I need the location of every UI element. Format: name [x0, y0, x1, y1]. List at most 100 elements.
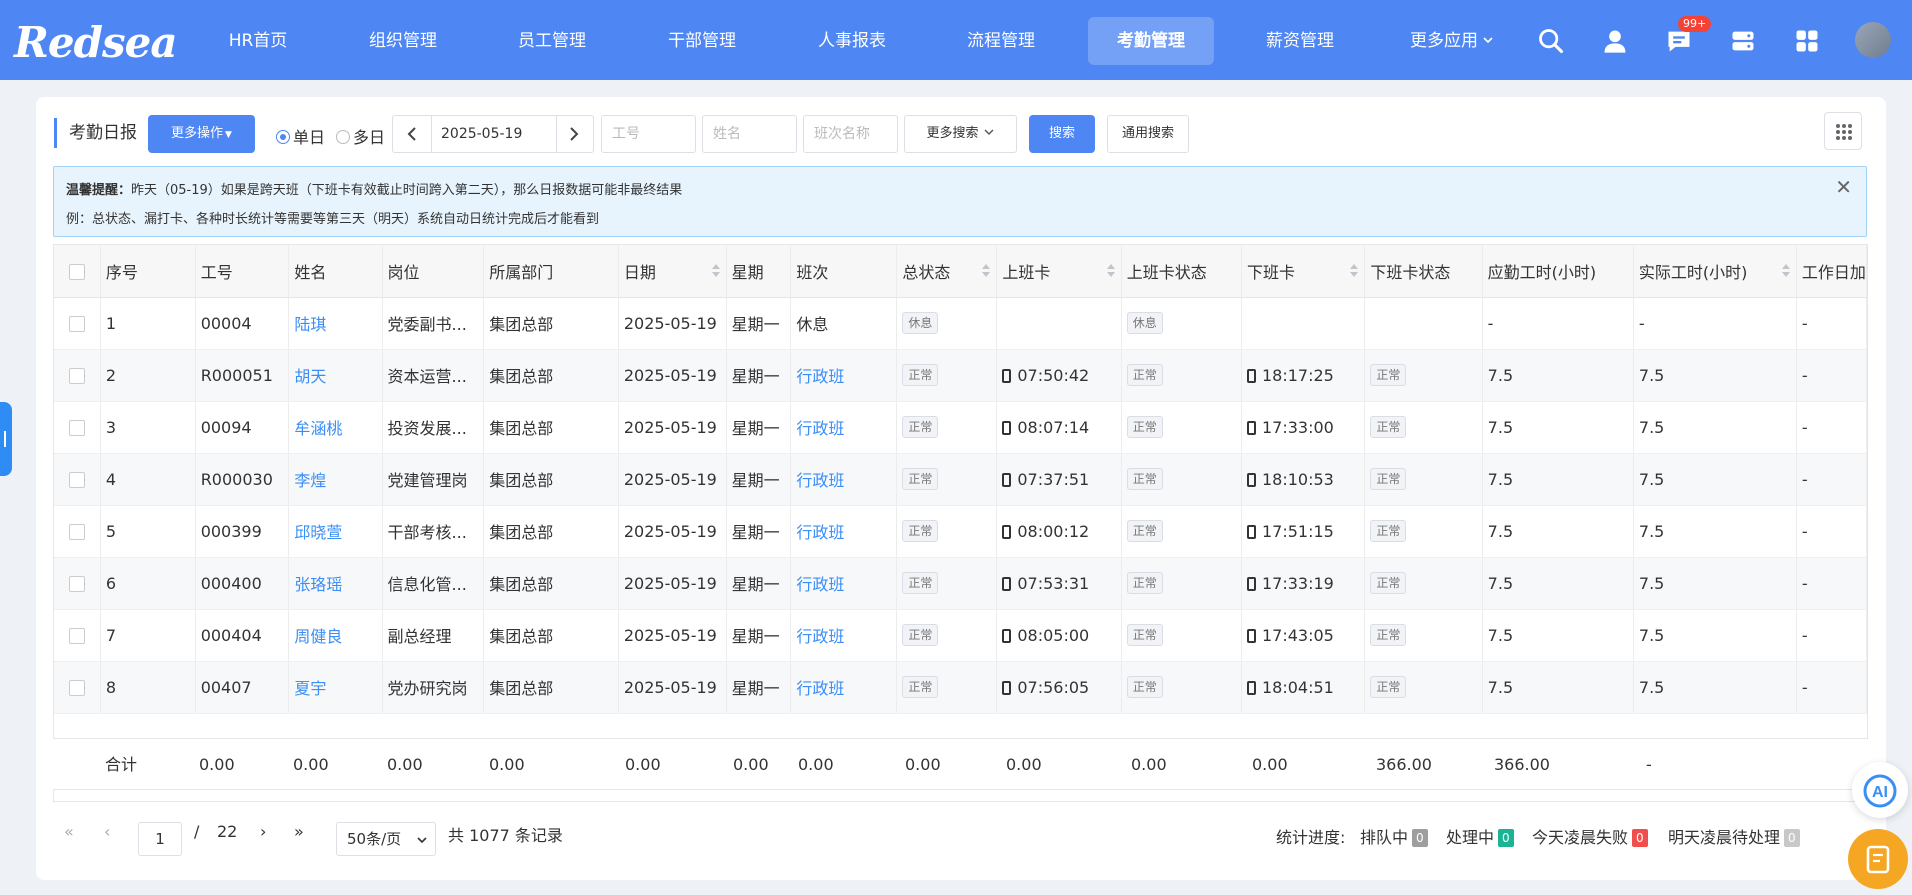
total-pages: 22 — [217, 822, 238, 841]
table-row[interactable]: 8 00407 夏宇 党办研究岗 集团总部 2025-05-19 星期一 行政班 正常 07:56… — [54, 661, 1867, 714]
checkbox-icon — [68, 524, 85, 540]
page-input[interactable]: 1 — [138, 822, 182, 856]
first-page-button[interactable]: « — [64, 822, 74, 841]
sort-icon[interactable] — [982, 264, 991, 278]
cell-name-link[interactable]: 李煌 — [288, 453, 383, 506]
page-size-select[interactable]: 50条/页 — [336, 822, 436, 856]
prev-date-button[interactable] — [393, 116, 431, 152]
nav-employee-mgmt[interactable]: 员工管理 — [507, 17, 597, 65]
row-checkbox[interactable] — [54, 401, 101, 454]
date-input[interactable]: 2025-05-19 — [431, 116, 557, 152]
cell-shift[interactable]: 行政班 — [790, 453, 898, 506]
more-ops-button[interactable]: 更多操作 ▼ — [148, 115, 255, 153]
more-search-button[interactable]: 更多搜索 — [904, 115, 1017, 153]
sidebar-toggle-handle[interactable] — [0, 402, 12, 476]
cell-weekday: 星期一 — [726, 609, 792, 662]
cell-shift[interactable]: 行政班 — [790, 661, 898, 714]
row-checkbox[interactable] — [54, 297, 101, 350]
user-icon[interactable] — [1601, 27, 1629, 55]
feedback-button[interactable] — [1848, 829, 1908, 889]
avatar[interactable] — [1855, 22, 1891, 58]
nav-cadre-mgmt[interactable]: 干部管理 — [657, 17, 747, 65]
sort-icon[interactable] — [1781, 264, 1790, 278]
row-checkbox[interactable] — [54, 609, 101, 662]
close-icon[interactable]: ✕ — [1835, 175, 1852, 199]
next-date-button[interactable] — [555, 116, 593, 152]
cell-actual-hours: - — [1633, 297, 1797, 350]
table-row[interactable]: 7 000404 周健良 副总经理 集团总部 2025-05-19 星期一 行政班 正常 08:0… — [54, 609, 1867, 662]
table-row[interactable]: 2 R000051 胡天 资本运营... 集团总部 2025-05-19 星期一 行政班 正常 0… — [54, 349, 1867, 402]
next-page-button[interactable]: › — [260, 822, 266, 841]
nav-attendance-mgmt[interactable]: 考勤管理 — [1088, 17, 1214, 65]
cell-actual-hours: 7.5 — [1633, 609, 1797, 662]
row-checkbox[interactable] — [54, 661, 101, 714]
search-icon[interactable] — [1537, 27, 1565, 55]
nav-hr-reports[interactable]: 人事报表 — [807, 17, 897, 65]
cell-planned-hours: 7.5 — [1482, 505, 1634, 558]
sort-icon[interactable] — [711, 264, 720, 278]
apps-grid-icon[interactable] — [1793, 27, 1821, 55]
table-row[interactable]: 4 R000030 李煌 党建管理岗 集团总部 2025-05-19 星期一 行政班 正常 07:… — [54, 453, 1867, 506]
row-checkbox[interactable] — [54, 505, 101, 558]
cell-name-link[interactable]: 周健良 — [288, 609, 383, 662]
cell-shift[interactable]: 行政班 — [790, 505, 898, 558]
nav-hr-home[interactable]: HR首页 — [215, 17, 301, 65]
column-settings-button[interactable] — [1824, 112, 1862, 150]
cell-emp-id: 00407 — [195, 661, 290, 714]
cell-name-link[interactable]: 牟涵桃 — [288, 401, 383, 454]
cell-clock-out-status: 正常 — [1364, 349, 1483, 402]
nav-process-mgmt[interactable]: 流程管理 — [956, 17, 1046, 65]
cell-name-link[interactable]: 夏宇 — [288, 661, 383, 714]
shift-name-input[interactable]: 班次名称 — [803, 115, 898, 153]
redsea-logo[interactable]: Redsea — [14, 18, 178, 67]
status-tag: 正常 — [902, 468, 939, 490]
row-checkbox[interactable] — [54, 453, 101, 506]
col-header-status[interactable]: 总状态 — [896, 245, 998, 298]
col-header-clock-in[interactable]: 上班卡 — [996, 245, 1122, 298]
row-checkbox[interactable] — [54, 349, 101, 402]
radio-single-day[interactable]: 单日 — [276, 124, 325, 148]
prev-page-button[interactable]: ‹ — [104, 822, 110, 841]
col-header-date[interactable]: 日期 — [618, 245, 727, 298]
ai-label: AI — [1872, 784, 1888, 801]
radio-multi-day[interactable]: 多日 — [336, 124, 385, 148]
cell-name-link[interactable]: 胡天 — [288, 349, 383, 402]
last-page-button[interactable]: » — [294, 822, 304, 841]
clock-out-time: 18:17:25 — [1261, 365, 1334, 385]
cell-status: 正常 — [896, 349, 998, 402]
col-header-status-label: 总状态 — [902, 262, 951, 282]
sort-icon[interactable] — [1350, 264, 1359, 278]
cell-no: 3 — [100, 401, 196, 454]
table-row[interactable]: 3 00094 牟涵桃 投资发展... 集团总部 2025-05-19 星期一 行政班 正常 08… — [54, 401, 1867, 454]
radio-multi-label: 多日 — [353, 128, 386, 147]
cell-name-link[interactable]: 陆琪 — [288, 297, 383, 350]
cell-clock-out: 17:51:15 — [1241, 505, 1366, 558]
nav-more-apps[interactable]: 更多应用 — [1410, 17, 1500, 65]
cell-name-link[interactable]: 张珞瑶 — [288, 557, 383, 610]
general-search-button[interactable]: 通用搜索 — [1107, 115, 1189, 153]
cell-shift[interactable]: 行政班 — [790, 401, 898, 454]
col-header-clock-out[interactable]: 下班卡 — [1241, 245, 1366, 298]
cell-shift[interactable]: 行政班 — [790, 349, 898, 402]
nav-org-mgmt[interactable]: 组织管理 — [358, 17, 448, 65]
search-button[interactable]: 搜索 — [1029, 115, 1095, 153]
cell-shift[interactable]: 行政班 — [790, 609, 898, 662]
col-header-actual-hours[interactable]: 实际工时(小时) — [1633, 245, 1797, 298]
total-cell: 366.00 — [1494, 755, 1550, 774]
row-checkbox[interactable] — [54, 557, 101, 610]
table-row[interactable]: 1 00004 陆琪 党委副书... 集团总部 2025-05-19 星期一 休息 休息 休息 - -… — [54, 297, 1867, 350]
cell-name-link[interactable]: 邱晓萱 — [288, 505, 383, 558]
sort-icon[interactable] — [1106, 264, 1115, 278]
table-row[interactable]: 6 000400 张珞瑶 信息化管... 集团总部 2025-05-19 星期一 行政班 正常 0… — [54, 557, 1867, 610]
table-row[interactable]: 5 000399 邱晓萱 干部考核... 集团总部 2025-05-19 星期一 行政班 正常 0… — [54, 505, 1867, 558]
total-count: 1077 — [469, 826, 510, 845]
server-icon[interactable] — [1729, 27, 1757, 55]
total-cell: 0.00 — [798, 755, 834, 774]
nav-salary-mgmt[interactable]: 薪资管理 — [1255, 17, 1345, 65]
emp-id-input[interactable]: 工号 — [601, 115, 696, 153]
cell-clock-in: 08:07:14 — [996, 401, 1122, 454]
select-all-checkbox[interactable] — [54, 245, 101, 298]
ai-assistant-button[interactable]: AI — [1852, 762, 1908, 818]
cell-shift[interactable]: 行政班 — [790, 557, 898, 610]
name-input[interactable]: 姓名 — [702, 115, 797, 153]
